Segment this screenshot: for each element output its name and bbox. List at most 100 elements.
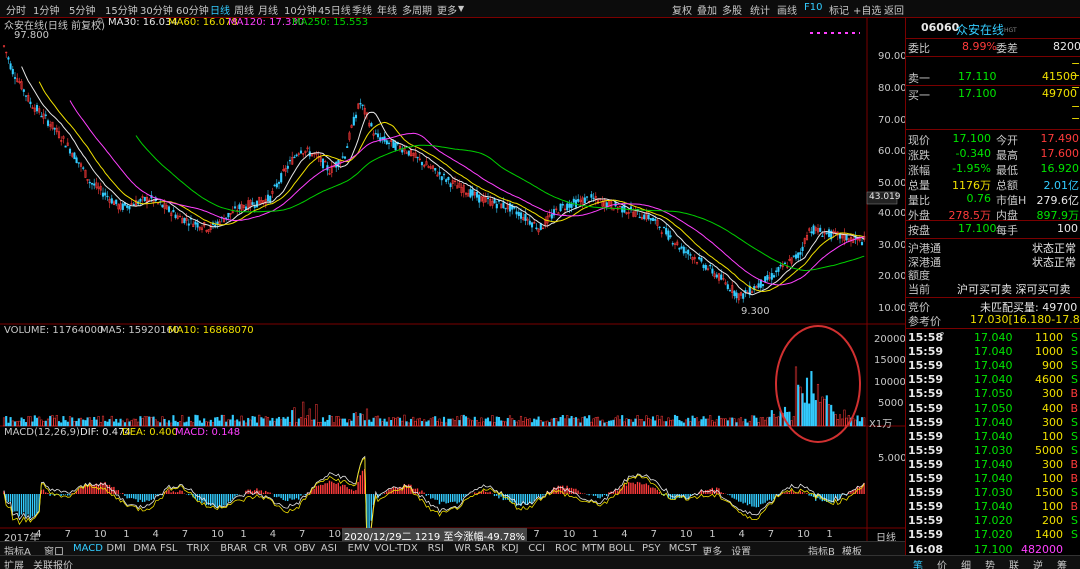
volume-bar xyxy=(341,418,344,427)
indicator-tab[interactable]: DMA xyxy=(133,543,156,554)
time-axis-label: 4 xyxy=(152,529,159,540)
tick-price: 17.030 xyxy=(974,443,1013,457)
time-axis-label: 7 xyxy=(181,529,189,540)
timeframe-tab-more[interactable]: 更多 xyxy=(437,2,457,17)
macd-bar xyxy=(529,494,531,503)
indicator-tab[interactable]: MCST xyxy=(669,543,697,554)
volume-bar xyxy=(295,422,298,427)
indicator-tab[interactable]: MTM xyxy=(582,543,605,554)
draw-line-button[interactable]: 画线 xyxy=(777,2,797,17)
related-quote-tab[interactable]: 关联报价 xyxy=(33,557,73,569)
volume-bar xyxy=(108,419,111,427)
kline-chart[interactable] xyxy=(0,18,905,542)
volume-bar xyxy=(339,418,342,427)
indicator-tab[interactable]: SAR xyxy=(475,543,495,554)
candle-body xyxy=(825,232,828,234)
volume-bar xyxy=(299,417,303,427)
back-button[interactable]: 返回 xyxy=(884,2,904,17)
volume-bar xyxy=(227,419,230,427)
indicator-tab[interactable]: MACD xyxy=(73,543,103,554)
indicator-tab[interactable]: FSL xyxy=(160,543,178,554)
stat-value: 17.600 xyxy=(1040,147,1080,160)
candle-body xyxy=(486,197,490,200)
indicator-tab[interactable]: BRAR xyxy=(220,543,247,554)
candle-body xyxy=(792,255,795,257)
candle-body xyxy=(711,268,714,274)
volume-bar xyxy=(196,415,199,427)
statistics-button[interactable]: 统计 xyxy=(750,2,770,17)
info-icon[interactable]: ? xyxy=(940,331,944,340)
indicator-tab[interactable]: KDJ xyxy=(501,543,518,554)
overlay-button[interactable]: 叠加 xyxy=(697,2,717,17)
volume-bar xyxy=(484,418,487,427)
add-watchlist-button[interactable]: +自选 xyxy=(853,2,881,17)
candle-body xyxy=(810,231,813,234)
macd-bar xyxy=(652,487,654,494)
timeframe-tab-1min[interactable]: 1分钟 xyxy=(33,2,59,17)
timeframe-tab-15min[interactable]: 15分钟 xyxy=(105,2,138,17)
volume-bar xyxy=(735,422,738,427)
timeframe-tab-10min[interactable]: 10分钟 xyxy=(284,2,317,17)
mark-button[interactable]: 标记 xyxy=(829,2,849,17)
macd-bar xyxy=(267,492,269,494)
expand-tab[interactable]: 扩展 xyxy=(4,557,24,569)
macd-bar xyxy=(370,494,372,521)
multi-stock-button[interactable]: 多股 xyxy=(722,2,742,17)
volume-bar xyxy=(695,417,699,427)
adjust-button[interactable]: 复权 xyxy=(672,2,692,17)
timeframe-tab-yearly[interactable]: 年线 xyxy=(377,2,397,17)
macd-bar xyxy=(806,493,808,494)
candle-body xyxy=(535,227,538,230)
volume-bar xyxy=(764,419,767,427)
indicator-tab[interactable]: WR xyxy=(454,543,471,554)
link-tab[interactable]: 联 xyxy=(1009,557,1019,569)
timeframe-tab-monthly[interactable]: 月线 xyxy=(258,2,278,17)
indicator-tab[interactable]: ASI xyxy=(321,543,337,554)
more-dropdown-icon[interactable]: ▼ xyxy=(458,4,464,13)
tick-time: 15:59 xyxy=(908,500,944,514)
indicator-tab[interactable]: DMI xyxy=(106,543,125,554)
indicator-tab[interactable]: RSI xyxy=(428,543,444,554)
timeframe-tab-multi[interactable]: 多周期 xyxy=(402,2,432,17)
indicator-tab[interactable]: ROC xyxy=(555,543,577,554)
indicator-tab[interactable]: PSY xyxy=(642,543,661,554)
timeframe-tab-5min[interactable]: 5分钟 xyxy=(69,2,95,17)
tick-tab[interactable]: 笔 xyxy=(913,557,923,569)
candle-body xyxy=(574,199,578,208)
volume-bar xyxy=(159,422,162,427)
chart-panel[interactable]: 众安在线(日线 前复权) ⚙ MA30: 16.034 MA60: 16.078… xyxy=(0,17,907,544)
volume-bar xyxy=(665,421,668,427)
indicator-tab[interactable]: CCI xyxy=(528,543,545,554)
f10-button[interactable]: F10 xyxy=(804,2,822,13)
stat-value: 279.6亿 xyxy=(1036,194,1080,207)
chips-tab[interactable]: 筹 xyxy=(1057,557,1067,569)
trend-tab[interactable]: 势 xyxy=(985,557,995,569)
macd-bar xyxy=(223,494,225,506)
indicator-tab[interactable]: EMV xyxy=(348,543,370,554)
candle-body xyxy=(251,202,254,205)
indicator-tab[interactable]: TRIX xyxy=(187,543,210,554)
timeframe-tab-intraday[interactable]: 分时 xyxy=(6,2,26,17)
timeframe-tab-quarterly[interactable]: 季线 xyxy=(352,2,372,17)
reverse-tab[interactable]: 逆 xyxy=(1033,557,1043,569)
volume-bar xyxy=(306,415,309,427)
volume-bar xyxy=(282,417,285,427)
volume-bar xyxy=(700,419,703,427)
settings-icon[interactable]: ⚙ xyxy=(96,17,104,27)
timeframe-tab-weekly[interactable]: 周线 xyxy=(234,2,254,17)
per-hand-value: 100 xyxy=(1057,222,1078,235)
indicator-tab[interactable]: VR xyxy=(274,543,288,554)
indicator-tab[interactable]: BOLL xyxy=(609,543,635,554)
timeframe-tab-30min[interactable]: 30分钟 xyxy=(140,2,173,17)
indicator-tab[interactable]: OBV xyxy=(294,543,315,554)
indicator-tab[interactable]: VOL-TDX xyxy=(374,543,417,554)
candle-body xyxy=(735,292,738,299)
volume-bar xyxy=(453,420,457,427)
timeframe-tab-daily[interactable]: 日线 xyxy=(210,2,230,17)
timeframe-tab-60min[interactable]: 60分钟 xyxy=(176,2,209,17)
indicator-tab[interactable]: CR xyxy=(254,543,268,554)
timeframe-tab-45day[interactable]: 45日线 xyxy=(318,2,351,17)
price-tab[interactable]: 价 xyxy=(937,557,947,569)
detail-tab[interactable]: 细 xyxy=(961,557,971,569)
tick-time: 15:58 xyxy=(908,331,944,344)
